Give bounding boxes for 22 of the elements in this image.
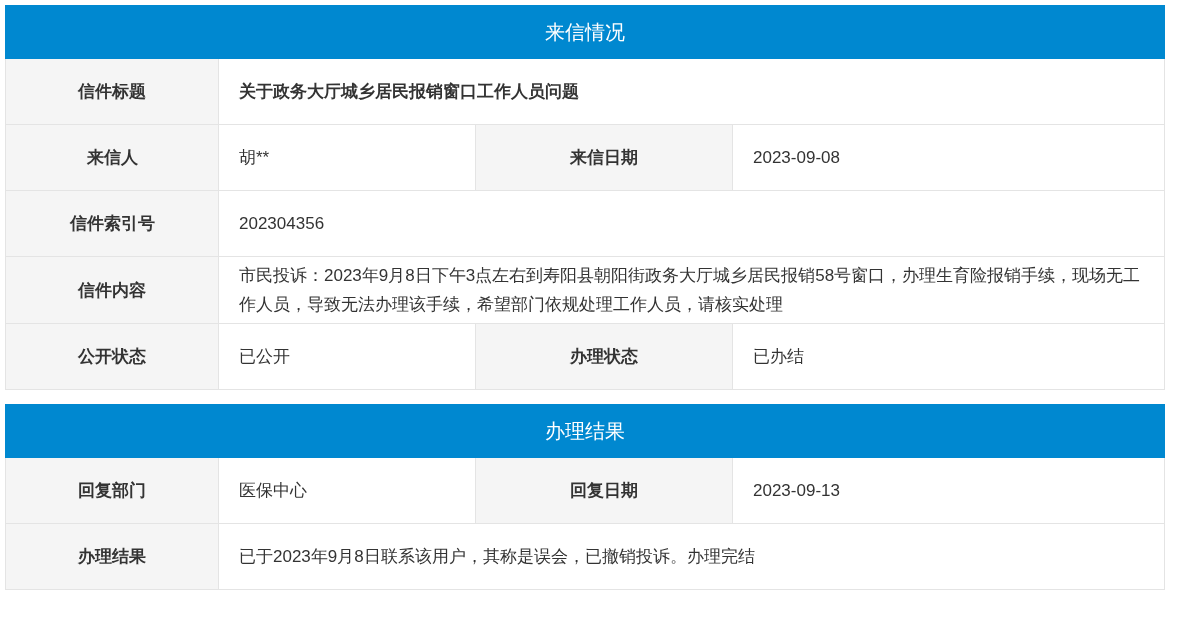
field-value: 已公开 — [218, 323, 476, 390]
field-label: 信件标题 — [5, 58, 219, 125]
section-header: 办理结果 — [5, 404, 1165, 458]
field-value: 2023-09-13 — [732, 457, 1165, 524]
field-value: 已办结 — [732, 323, 1165, 390]
field-label: 办理结果 — [5, 523, 219, 590]
section-header: 来信情况 — [5, 5, 1165, 59]
field-value: 202304356 — [218, 190, 1165, 257]
field-value: 医保中心 — [218, 457, 476, 524]
field-label: 回复部门 — [5, 457, 219, 524]
field-value: 已于2023年9月8日联系该用户，其称是误会，已撤销投诉。办理完结 — [218, 523, 1165, 590]
field-label: 信件索引号 — [5, 190, 219, 257]
field-label: 回复日期 — [475, 457, 733, 524]
field-label: 信件内容 — [5, 256, 219, 324]
field-value: 2023-09-08 — [732, 124, 1165, 191]
field-label: 来信日期 — [475, 124, 733, 191]
field-value: 市民投诉：2023年9月8日下午3点左右到寿阳县朝阳街政务大厅城乡居民报销58号窗口，办理生育险报销手续，现场无工作人员，导致无法办理该手续，希望部门依规处理工作人员，请核实处理 — [218, 256, 1165, 324]
field-label: 办理状态 — [475, 323, 733, 390]
field-label: 来信人 — [5, 124, 219, 191]
field-label: 公开状态 — [5, 323, 219, 390]
field-value: 关于政务大厅城乡居民报销窗口工作人员问题 — [218, 58, 1165, 125]
field-value: 胡** — [218, 124, 476, 191]
